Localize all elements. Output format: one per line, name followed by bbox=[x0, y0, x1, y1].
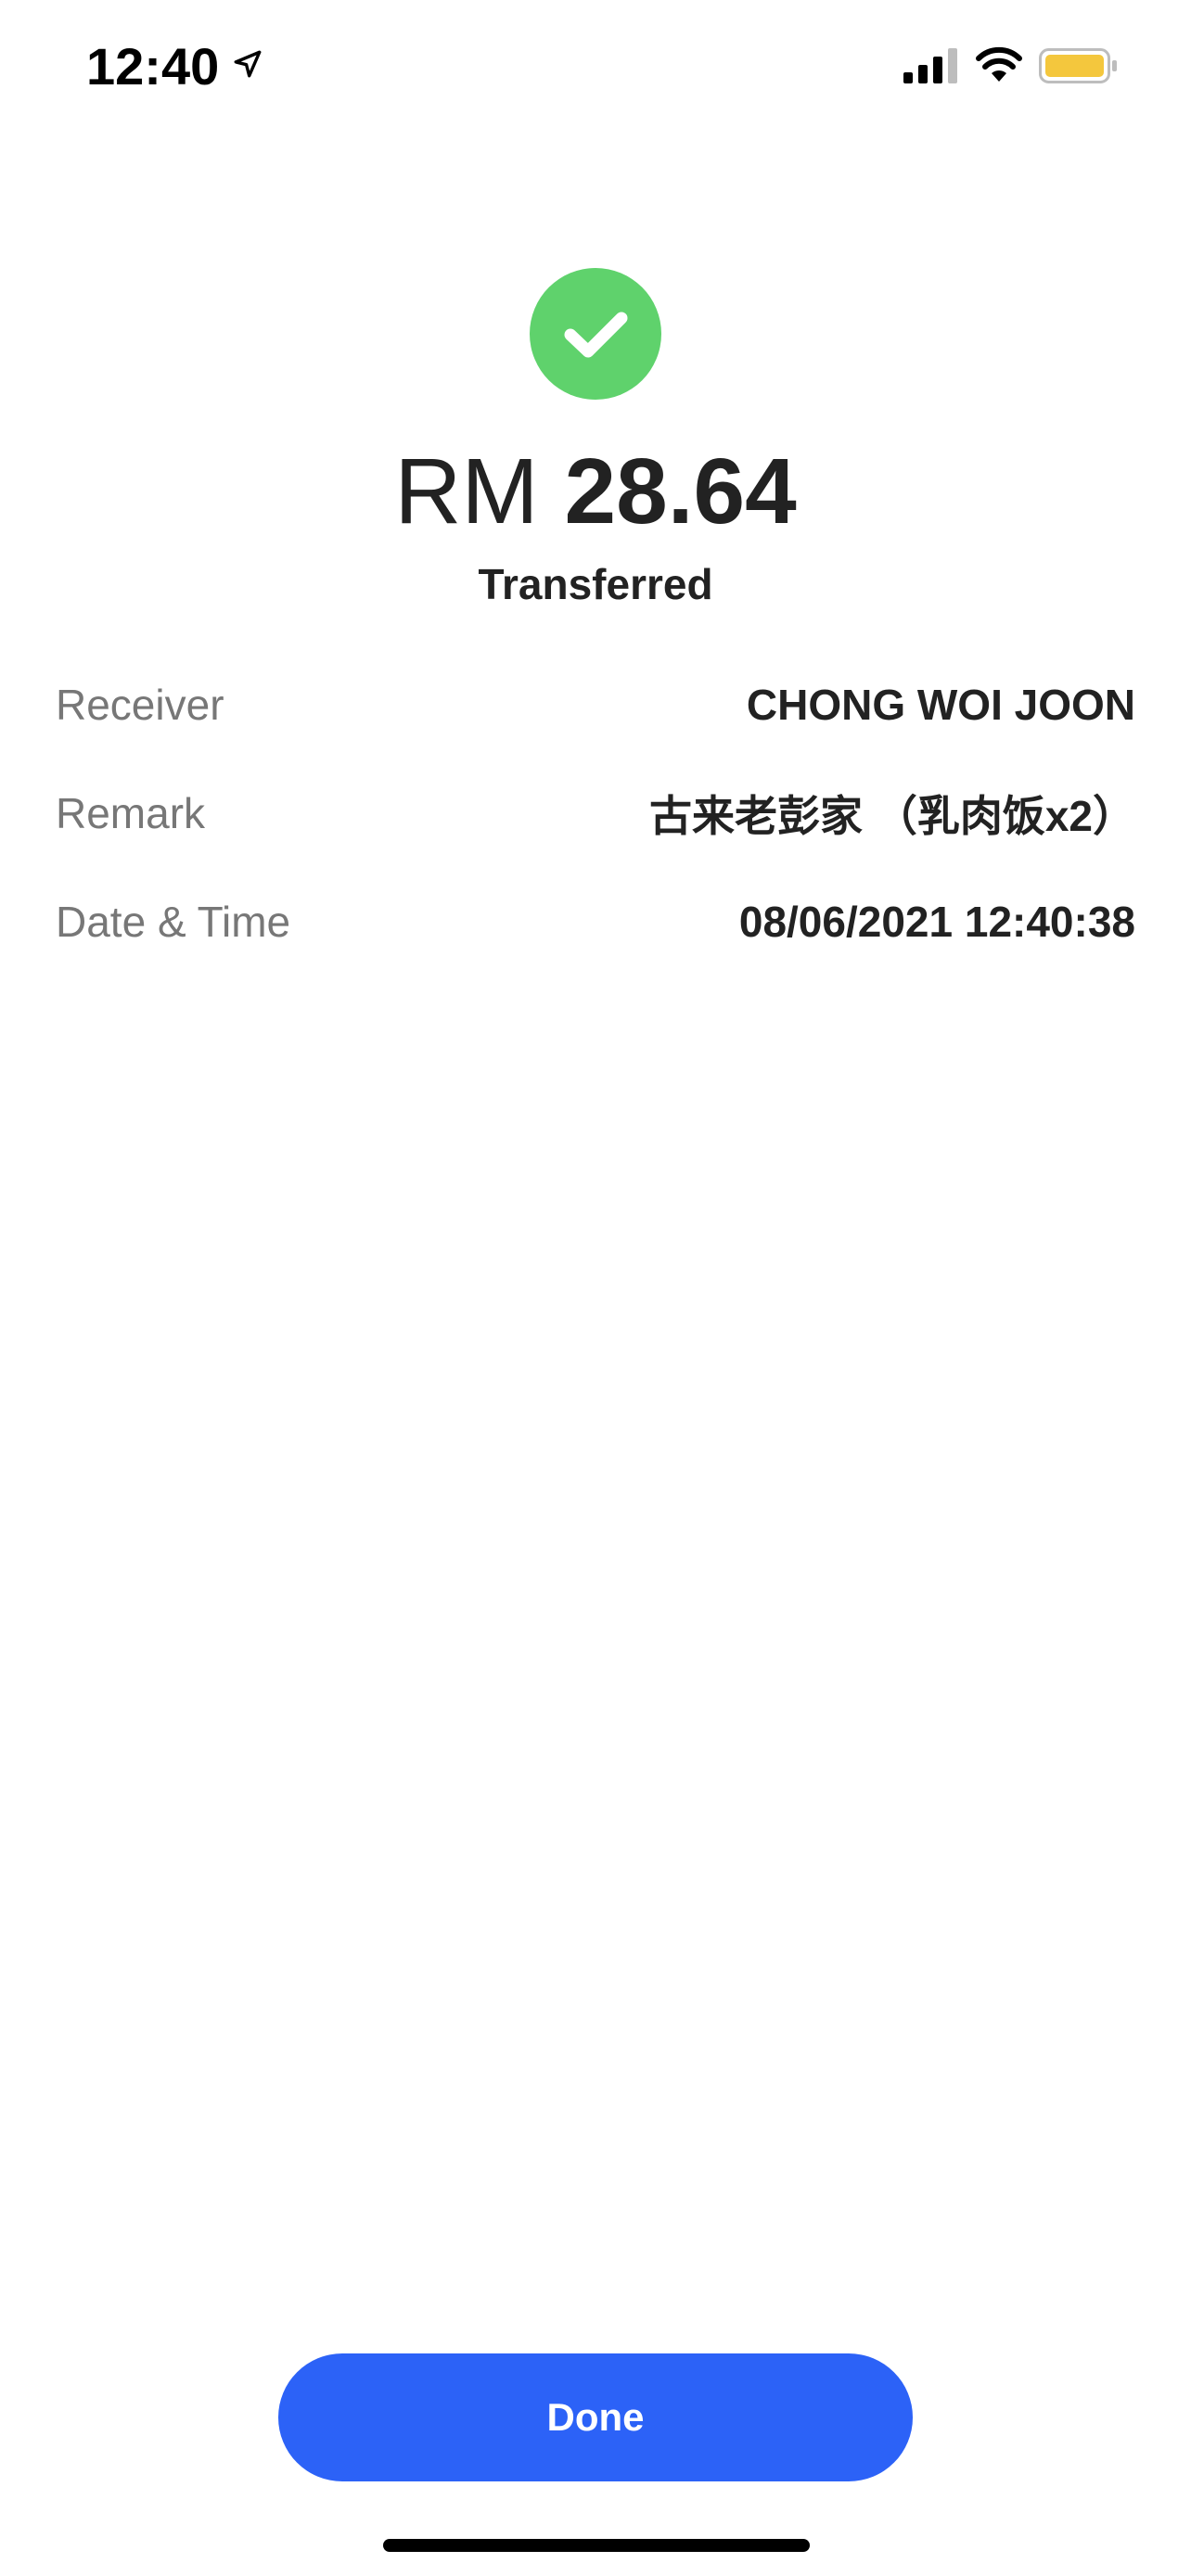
amount-value: 28.64 bbox=[564, 440, 797, 543]
currency-label: RM bbox=[394, 440, 539, 543]
status-time: 12:40 bbox=[86, 37, 220, 96]
remark-label: Remark bbox=[56, 789, 206, 837]
detail-row-remark: Remark 古来老彭家 （乳肉饭x2） bbox=[56, 781, 1135, 846]
remark-value: 古来老彭家 （乳肉饭x2） bbox=[649, 792, 1135, 840]
receiver-label: Receiver bbox=[56, 681, 224, 729]
transfer-amount: RM 28.64 bbox=[0, 436, 1191, 547]
home-indicator[interactable] bbox=[383, 2539, 810, 2552]
wifi-icon bbox=[976, 46, 1022, 82]
location-arrow-icon bbox=[234, 50, 262, 78]
datetime-label: Date & Time bbox=[56, 898, 291, 946]
checkmark-circle-icon bbox=[530, 268, 661, 400]
cellular-signal-icon bbox=[903, 48, 957, 83]
detail-row-receiver: Receiver CHONG WOI JOON bbox=[56, 672, 1135, 737]
detail-row-datetime: Date & Time 08/06/2021 12:40:38 bbox=[56, 889, 1135, 954]
status-bar: 12:40 bbox=[0, 0, 1191, 130]
done-button[interactable]: Done bbox=[278, 2353, 913, 2481]
battery-icon bbox=[1039, 48, 1117, 83]
receiver-value: CHONG WOI JOON bbox=[746, 681, 1135, 729]
transfer-status: Transferred bbox=[478, 560, 713, 608]
checkmark-icon bbox=[564, 312, 628, 358]
datetime-value: 08/06/2021 12:40:38 bbox=[738, 898, 1135, 946]
